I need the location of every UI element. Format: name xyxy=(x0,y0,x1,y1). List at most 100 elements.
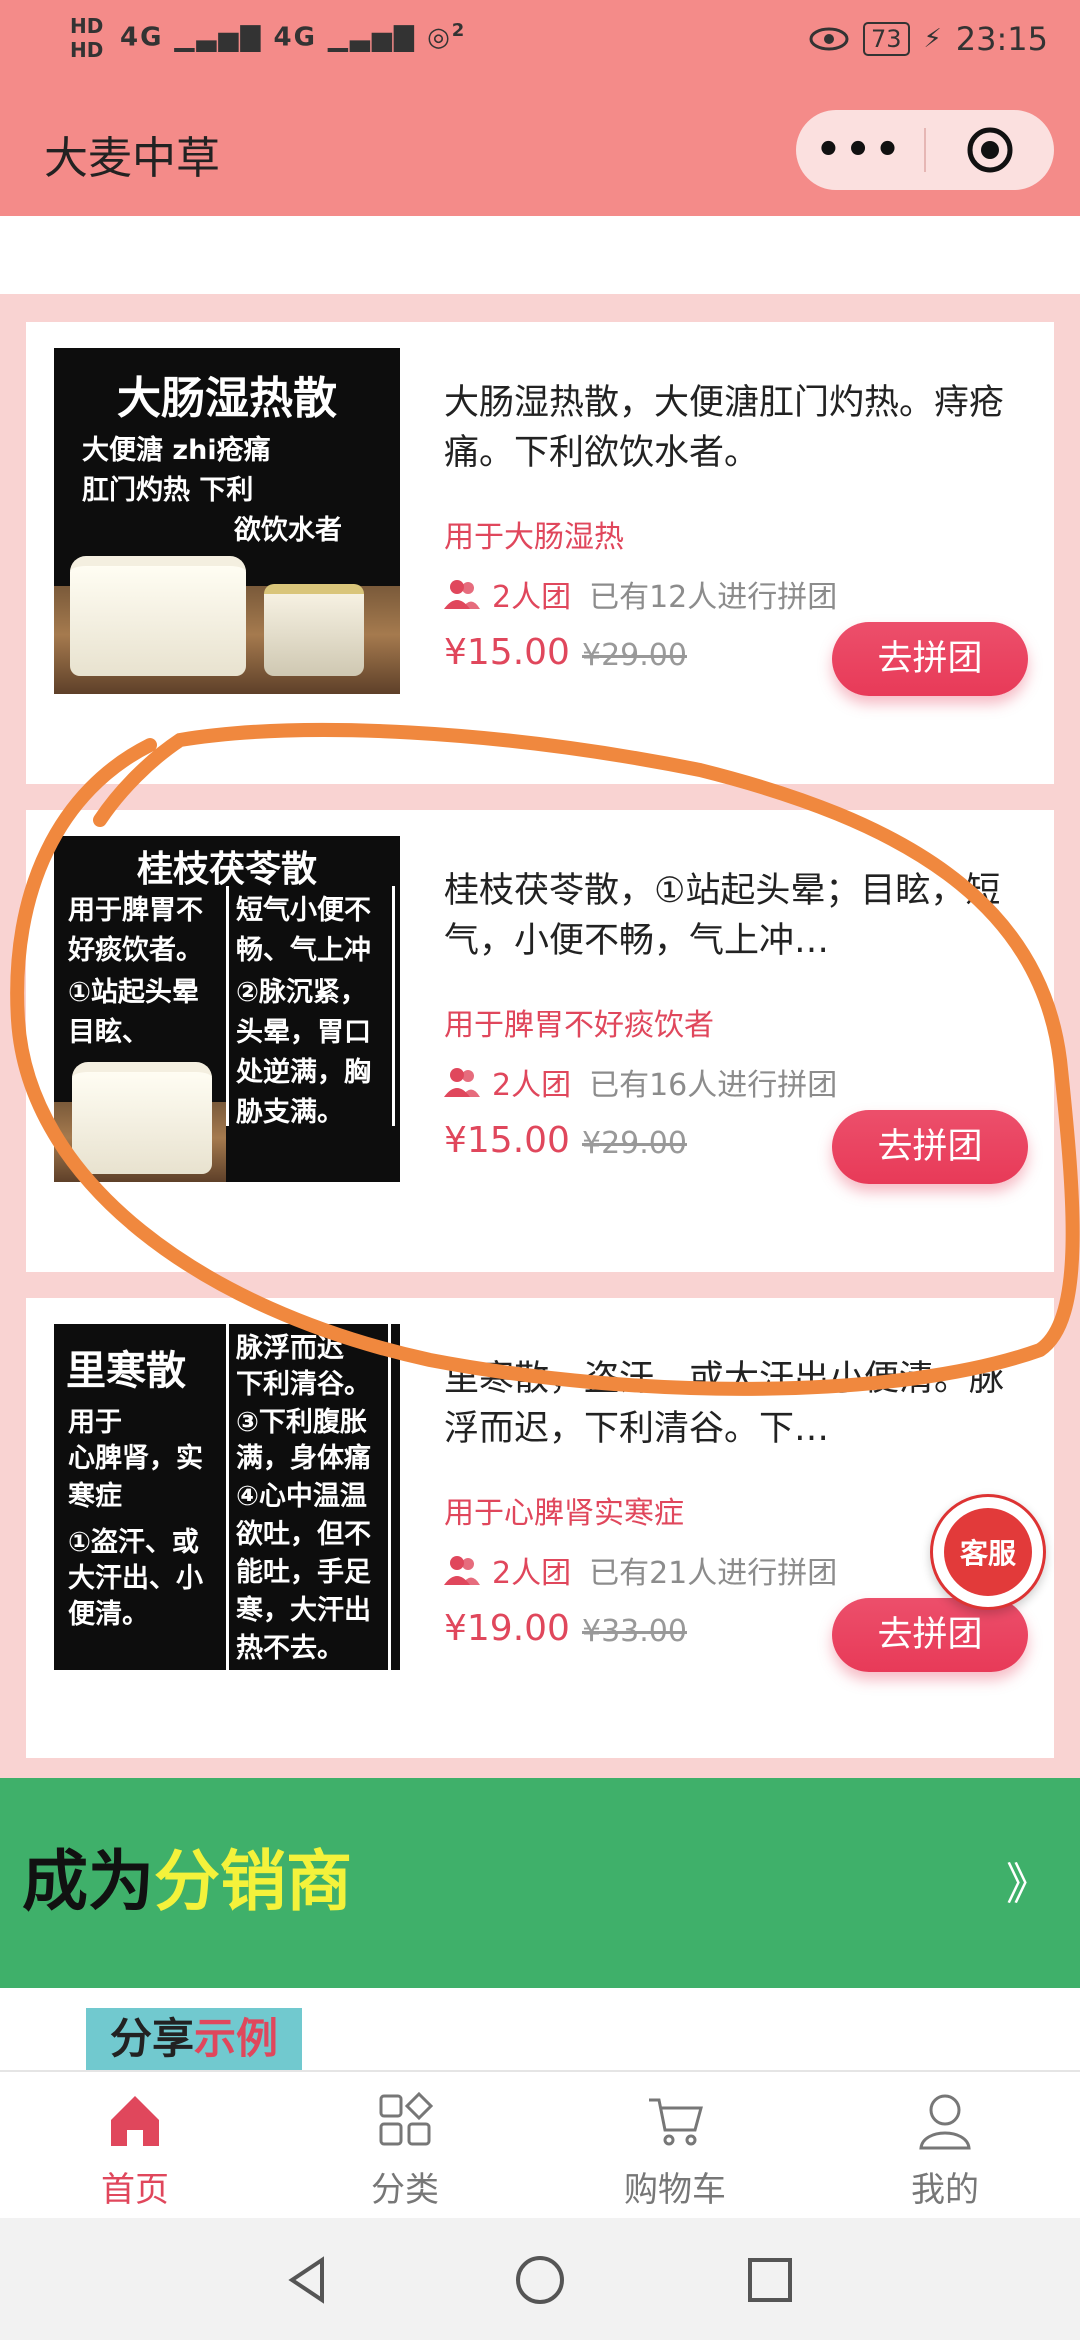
product-card-2[interactable]: 桂枝茯苓散 用于脾胃不 好痰饮者。 ①站起头晕 目眩、 短气小便不 畅、气上冲 … xyxy=(26,810,1054,1272)
product-card-3[interactable]: 里寒散 用于 心脾肾，实 寒症 ①盗汗、或 大汗出、小 便清。 脉浮而迟 下利清… xyxy=(26,1298,1054,1758)
product-card[interactable]: 大肠湿热散 大便溏 zhi疮痛 肛门灼热 下利 欲饮水者 大肠湿热散，大便溏肛门… xyxy=(26,322,1054,784)
thumb-text: 便清。 xyxy=(68,1599,149,1630)
share-example-label: 分享示例 xyxy=(86,2008,303,2070)
target-icon xyxy=(967,127,1013,173)
group-info: 2人团 已有16人进行拼团 xyxy=(444,1060,837,1104)
thumb-text: 脉浮而迟 xyxy=(236,1333,344,1364)
thumb-text: ③下利腹胀 xyxy=(236,1407,367,1438)
thumb-divider xyxy=(226,1324,229,1670)
user-icon xyxy=(919,2094,971,2150)
tab-profile[interactable]: 我的 xyxy=(810,2072,1080,2220)
page-title: 大麦中草 xyxy=(44,133,220,184)
thumb-text: 满，身体痛 xyxy=(236,1443,371,1474)
thumb-divider xyxy=(388,1324,391,1670)
people-icon xyxy=(444,1556,480,1585)
mini-program-header: 大麦中草 ••• xyxy=(0,88,1080,216)
join-group-button[interactable]: 去拼团 xyxy=(832,1598,1028,1672)
join-group-button[interactable]: 去拼团 xyxy=(832,622,1028,696)
thumb-text: 用于脾胃不 xyxy=(68,895,203,926)
close-button[interactable] xyxy=(926,125,1054,175)
thumb-text: 能吐，手足 xyxy=(236,1557,371,1588)
original-price: ¥29.00 xyxy=(582,1126,687,1161)
thumb-text: 畅、气上冲 xyxy=(236,935,371,966)
wifi-icon: ◎ xyxy=(427,22,452,53)
thumb-text: 欲饮水者 xyxy=(234,515,342,546)
group-size: 2人团 xyxy=(492,1068,572,1103)
cart-icon xyxy=(649,2098,703,2146)
product-description[interactable]: 里寒散，盗汗、或大汗出小便清。脉浮而迟，下利清谷。下… xyxy=(444,1354,1004,1454)
tab-cart[interactable]: 购物车 xyxy=(540,2072,810,2220)
tab-label: 分类 xyxy=(371,2170,439,2210)
category-icon xyxy=(379,2091,434,2146)
jar-image xyxy=(70,556,246,676)
thumb-text: 处逆满，胸 xyxy=(236,1057,371,1088)
more-button[interactable]: ••• xyxy=(796,127,924,173)
product-description[interactable]: 大肠湿热散，大便溏肛门灼热。痔疮痛。下利欲饮水者。 xyxy=(444,378,1004,478)
distributor-title-a: 成为 xyxy=(22,1842,154,1920)
thumb-text: 欲吐，但不 xyxy=(236,1519,371,1550)
product-tag: 用于脾胃不好痰饮者 xyxy=(444,1008,714,1043)
group-count: 已有16人进行拼团 xyxy=(589,1068,838,1103)
thumb-text: 好痰饮者。 xyxy=(68,935,203,966)
product-tag: 用于大肠湿热 xyxy=(444,520,624,555)
product-description[interactable]: 桂枝茯苓散，①站起头晕；目眩，短气，小便不畅，气上冲… xyxy=(444,866,1004,966)
tab-home[interactable]: 首页 xyxy=(0,2072,270,2220)
thumb-text: 短气小便不 xyxy=(236,895,371,926)
product-image[interactable]: 大肠湿热散 大便溏 zhi疮痛 肛门灼热 下利 欲饮水者 xyxy=(54,348,400,694)
distributor-banner[interactable]: 成为分销商 》 xyxy=(0,1778,1080,1988)
thumb-text: 下利清谷。 xyxy=(236,1369,371,1400)
back-icon[interactable] xyxy=(280,2252,336,2308)
thumb-text: 热不去。 xyxy=(236,1633,344,1664)
hd1-label: HD xyxy=(70,14,104,38)
home-icon xyxy=(111,2096,159,2146)
section-heading-remnant xyxy=(0,216,1080,294)
share-section: 分享示例 xyxy=(0,1988,1080,2070)
signal-bars-icon-2: ▁▃▅▇ xyxy=(328,22,417,53)
price: ¥19.00 xyxy=(444,1608,570,1649)
thumb-text: 用于 xyxy=(68,1407,122,1438)
thumb-title: 里寒散 xyxy=(66,1348,186,1394)
product-image[interactable]: 里寒散 用于 心脾肾，实 寒症 ①盗汗、或 大汗出、小 便清。 脉浮而迟 下利清… xyxy=(54,1324,400,1670)
group-count: 已有12人进行拼团 xyxy=(589,580,838,615)
net1-label: 4G xyxy=(120,22,164,53)
thumb-text: 寒，大汗出 xyxy=(236,1595,371,1626)
system-navigation-bar xyxy=(0,2218,1080,2340)
thumb-text: 大汗出、小 xyxy=(68,1563,203,1594)
recents-icon[interactable] xyxy=(742,2252,798,2308)
group-info: 2人团 已有21人进行拼团 xyxy=(444,1548,837,1592)
group-size: 2人团 xyxy=(492,580,572,615)
eye-icon xyxy=(809,27,849,51)
clock: 23:15 xyxy=(955,20,1048,58)
status-right: 73 ⚡ 23:15 xyxy=(809,20,1048,58)
bottom-tab-bar: 首页 分类 购物车 我的 xyxy=(0,2070,1080,2218)
signal-bars-icon: ▁▃▅▇ xyxy=(174,22,263,53)
chevron-right-icon: 》 xyxy=(1006,1859,1050,1910)
product-list-area[interactable]: 大肠湿热散 大便溏 zhi疮痛 肛门灼热 下利 欲饮水者 大肠湿热散，大便溏肛门… xyxy=(0,216,1080,2070)
thumb-text: 大便溏 zhi疮痛 xyxy=(82,435,271,466)
group-count: 已有21人进行拼团 xyxy=(589,1556,838,1591)
charging-icon: ⚡ xyxy=(923,24,942,54)
distributor-title-b: 分销商 xyxy=(154,1842,352,1920)
join-group-button[interactable]: 去拼团 xyxy=(832,1110,1028,1184)
distributor-title: 成为分销商 xyxy=(22,1828,352,1924)
thumb-text: 胁支满。 xyxy=(236,1097,344,1128)
capsule-menu: ••• xyxy=(796,110,1054,190)
thumb-divider xyxy=(392,886,395,1126)
product-image[interactable]: 桂枝茯苓散 用于脾胃不 好痰饮者。 ①站起头晕 目眩、 短气小便不 畅、气上冲 … xyxy=(54,836,400,1182)
tab-label: 购物车 xyxy=(624,2170,726,2210)
price: ¥15.00 xyxy=(444,632,570,673)
battery-indicator: 73 xyxy=(862,22,910,56)
thumb-text: 寒症 xyxy=(68,1481,122,1512)
customer-service-button[interactable]: 客服 xyxy=(930,1494,1046,1610)
net2-label: 4G xyxy=(273,22,317,53)
share-label-a: 分享 xyxy=(110,2014,195,2063)
signal-indicators: 4G ▁▃▅▇ 4G ▁▃▅▇ ◎2 xyxy=(120,20,466,53)
home-circle-icon[interactable] xyxy=(512,2252,568,2308)
thumb-text: 肛门灼热 下利 xyxy=(82,475,254,506)
tab-category[interactable]: 分类 xyxy=(270,2072,540,2220)
hd2-label: HD xyxy=(70,38,104,62)
thumb-text: ④心中温温 xyxy=(236,1481,367,1512)
thumb-text: 头晕，胃口 xyxy=(236,1017,371,1048)
thumb-title: 大肠湿热散 xyxy=(117,373,337,424)
original-price: ¥33.00 xyxy=(582,1614,687,1649)
